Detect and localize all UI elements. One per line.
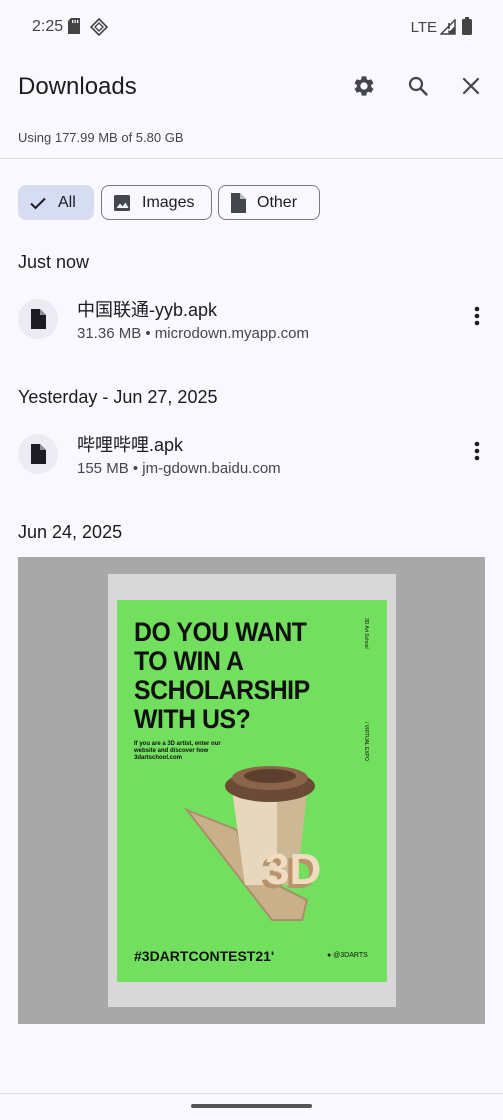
downloads-screen: 2:25 LTE Downloads Using 177.99 MB of 5.… <box>0 0 503 1120</box>
download-item[interactable]: 中国联通-yyb.apk 31.36 MB • microdown.myapp.… <box>0 290 503 350</box>
nav-divider <box>0 1093 503 1094</box>
file-meta: 155 MB • jm-gdown.baidu.com <box>77 460 281 477</box>
poster-paper: DO YOU WANT TO WIN A SCHOLARSHIP WITH US… <box>108 574 396 1007</box>
filter-chip-other-label: Other <box>257 193 298 211</box>
more-options-button[interactable] <box>467 437 487 469</box>
poster-handle: ● @3DARTS <box>327 952 368 959</box>
image-icon <box>112 193 132 213</box>
file-name: 哔哩哔哩.apk <box>77 435 184 455</box>
signal-icon <box>439 18 456 40</box>
battery-icon <box>462 17 472 40</box>
page-title: Downloads <box>18 73 137 100</box>
poster-image: DO YOU WANT TO WIN A SCHOLARSHIP WITH US… <box>117 600 387 982</box>
search-icon <box>406 74 430 103</box>
filter-chip-all-label: All <box>58 193 76 211</box>
section-header-just-now: Just now <box>18 252 90 272</box>
file-name: 中国联通-yyb.apk <box>77 300 218 320</box>
section-header-yesterday: Yesterday - Jun 27, 2025 <box>18 387 218 407</box>
search-button[interactable] <box>402 72 434 104</box>
status-time: 2:25 <box>32 18 64 35</box>
3d-badge: 3D 3D <box>261 845 321 898</box>
poster-side-text-bottom: / VIRTUAL EXPO <box>363 722 369 761</box>
3d-badge-text: 3D <box>265 845 321 894</box>
network-type: LTE <box>410 19 437 36</box>
home-gesture-bar[interactable] <box>191 1104 312 1108</box>
filter-chip-other[interactable]: Other <box>218 185 320 220</box>
more-vert-icon <box>474 306 480 331</box>
more-vert-icon <box>474 441 480 466</box>
poster-hashtag: #3DARTCONTEST21' <box>134 948 275 964</box>
header-divider <box>0 158 503 159</box>
vpn-diamond-icon <box>89 17 109 41</box>
gear-icon <box>352 74 376 103</box>
filter-chip-images[interactable]: Images <box>101 185 212 220</box>
section-header-jun-24: Jun 24, 2025 <box>18 522 123 542</box>
file-icon <box>18 299 58 339</box>
sd-card-icon <box>68 18 80 39</box>
poster-side-text-top: 3D Art School <box>363 618 369 649</box>
close-icon <box>460 75 482 102</box>
status-bar: 2:25 LTE <box>0 0 503 56</box>
close-button[interactable] <box>455 72 487 104</box>
document-icon <box>229 192 247 213</box>
storage-usage-text: Using 177.99 MB of 5.80 GB <box>18 130 184 145</box>
settings-button[interactable] <box>348 72 380 104</box>
check-icon <box>28 193 48 213</box>
more-options-button[interactable] <box>467 302 487 334</box>
filter-chip-images-label: Images <box>142 193 195 211</box>
file-icon <box>18 434 58 474</box>
file-meta: 31.36 MB • microdown.myapp.com <box>77 325 310 342</box>
filter-chip-all[interactable]: All <box>18 185 94 220</box>
download-item[interactable]: 哔哩哔哩.apk 155 MB • jm-gdown.baidu.com <box>0 425 503 485</box>
poster-headline: DO YOU WANT TO WIN A SCHOLARSHIP WITH US… <box>134 617 310 734</box>
image-download-thumbnail[interactable]: DO YOU WANT TO WIN A SCHOLARSHIP WITH US… <box>18 557 485 1024</box>
